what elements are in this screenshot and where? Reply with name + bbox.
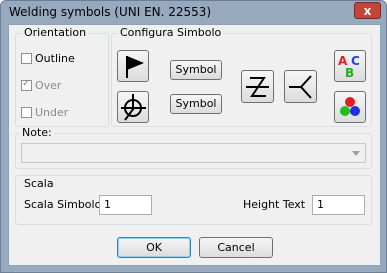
over-label: Over — [35, 79, 62, 92]
under-checkbox-box[interactable] — [21, 107, 32, 118]
note-group: Note: — [15, 127, 372, 169]
symbol-button-bottom-label: Symbol — [175, 97, 217, 110]
close-button[interactable]: x — [354, 2, 381, 19]
outline-checkbox[interactable]: Outline — [21, 52, 75, 65]
orientation-group: Orientation Outline Over Under — [15, 27, 109, 127]
ok-button[interactable]: OK — [117, 237, 191, 258]
z-symbol-button[interactable] — [241, 70, 274, 103]
configura-simbolo-group: Configura Simbolo Symbol Symbol A C B — [111, 27, 372, 127]
note-combobox[interactable] — [21, 143, 366, 163]
scala-group: Scala Scala Simbolo 1 Height Text 1 — [15, 175, 372, 225]
chevron-down-icon[interactable] — [351, 150, 361, 158]
symbol-button-top[interactable]: Symbol — [170, 60, 222, 80]
under-label: Under — [35, 106, 69, 119]
title-bar[interactable]: Welding symbols (UNI EN. 22553) x — [1, 1, 386, 25]
color-circles-icon — [340, 97, 360, 116]
scala-simbolo-input[interactable]: 1 — [99, 195, 152, 215]
height-text-input[interactable]: 1 — [312, 195, 365, 215]
weld-all-around-button[interactable] — [117, 91, 149, 123]
cancel-button-label: Cancel — [217, 241, 255, 254]
dialog-body: Orientation Outline Over Under Configura… — [8, 24, 381, 266]
scala-simbolo-value: 1 — [104, 198, 111, 211]
orientation-group-title: Orientation — [22, 26, 89, 39]
tail-icon — [289, 75, 312, 99]
over-checkbox-box[interactable] — [21, 78, 32, 91]
under-checkbox[interactable]: Under — [21, 106, 68, 119]
z-weld-icon — [246, 77, 269, 97]
cancel-button[interactable]: Cancel — [199, 237, 273, 258]
configura-group-title: Configura Simbolo — [118, 26, 224, 39]
scala-group-title: Scala — [24, 177, 54, 190]
text-abc-icon: A C B — [338, 54, 360, 80]
ok-button-label: OK — [146, 241, 162, 254]
outline-checkbox-box[interactable] — [21, 53, 32, 64]
window-title: Welding symbols (UNI EN. 22553) — [9, 5, 212, 19]
color-palette-button[interactable] — [334, 91, 366, 123]
text-color-button[interactable]: A C B — [334, 50, 366, 82]
outline-label: Outline — [35, 52, 75, 65]
scala-simbolo-label: Scala Simbolo — [24, 198, 102, 211]
tail-symbol-button[interactable] — [284, 70, 317, 103]
symbol-button-bottom[interactable]: Symbol — [170, 94, 222, 114]
note-group-title: Note: — [20, 126, 54, 139]
symbol-button-top-label: Symbol — [175, 63, 217, 76]
height-text-label: Height Text — [243, 198, 306, 211]
close-icon: x — [363, 4, 372, 18]
flag-symbol-button[interactable] — [117, 50, 149, 82]
weld-all-around-icon — [121, 94, 146, 121]
height-text-value: 1 — [317, 198, 324, 211]
dialog-window: Welding symbols (UNI EN. 22553) x Orient… — [0, 0, 387, 273]
text-icon-b: B — [345, 66, 354, 80]
flag-icon — [126, 56, 144, 78]
over-checkbox[interactable]: Over — [21, 78, 62, 92]
